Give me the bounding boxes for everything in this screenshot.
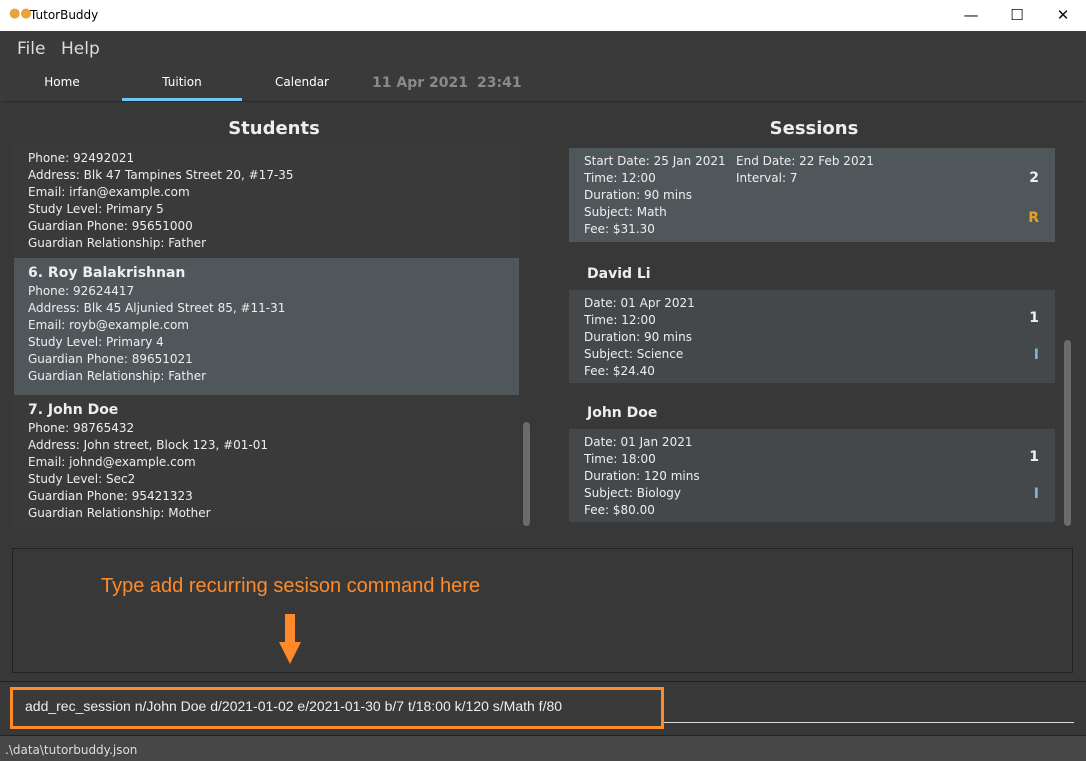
tuition-panel: Students Phone: 92492021 Address: Blk 47 … bbox=[2, 101, 1084, 541]
session-list[interactable]: Start Date: 25 Jan 2021 Time: 12:00 Durati… bbox=[569, 144, 1055, 529]
title-bar: ●● TutorBuddy — ☐ ✕ bbox=[0, 0, 1086, 31]
detail-line: Phone: 92624417 bbox=[28, 284, 135, 298]
detail-line: Address: Blk 47 Tampines Street 20, #17-… bbox=[28, 168, 294, 182]
detail-line: Phone: 92492021 bbox=[28, 151, 135, 165]
minimize-button[interactable]: — bbox=[948, 0, 994, 31]
maximize-button[interactable]: ☐ bbox=[994, 0, 1040, 31]
detail-line: Duration: 120 mins bbox=[584, 469, 700, 483]
sessions-title: Sessions bbox=[769, 118, 859, 139]
detail-line: Email: johnd@example.com bbox=[28, 455, 196, 469]
menu-bar: File Help bbox=[0, 31, 1086, 65]
detail-line: Address: Blk 45 Aljunied Street 85, #11-… bbox=[28, 301, 286, 315]
session-index: 1 bbox=[1029, 310, 1039, 326]
student-name: 6. Roy Balakrishnan bbox=[28, 265, 186, 281]
detail-line: Date: 01 Jan 2021 bbox=[584, 435, 693, 449]
detail-line: Guardian Phone: 89651021 bbox=[28, 352, 193, 366]
status-bar-path: .\data\tutorbuddy.json bbox=[0, 735, 1086, 761]
student-list[interactable]: Phone: 92492021 Address: Blk 47 Tampines … bbox=[14, 144, 519, 529]
session-type-badge: I bbox=[1033, 486, 1039, 502]
tab-calendar[interactable]: Calendar bbox=[242, 65, 362, 101]
close-button[interactable]: ✕ bbox=[1040, 0, 1086, 31]
detail-line: Duration: 90 mins bbox=[584, 188, 692, 202]
current-time: 23:41 bbox=[477, 75, 522, 91]
session-card[interactable]: Date: 01 Apr 2021 Time: 12:00 Duration: 90… bbox=[569, 290, 1055, 383]
menu-file[interactable]: File bbox=[17, 39, 45, 59]
detail-line: Guardian Phone: 95421323 bbox=[28, 489, 193, 503]
detail-line: Email: irfan@example.com bbox=[28, 185, 190, 199]
session-type-badge: R bbox=[1028, 210, 1039, 226]
detail-line: Interval: 7 bbox=[736, 171, 798, 185]
detail-line: Fee: $31.30 bbox=[584, 222, 655, 236]
detail-line: Fee: $80.00 bbox=[584, 503, 655, 517]
window-title: TutorBuddy bbox=[30, 8, 99, 22]
detail-line: Guardian Relationship: Mother bbox=[28, 506, 211, 520]
student-name: 7. John Doe bbox=[28, 402, 119, 418]
detail-line: Study Level: Sec2 bbox=[28, 472, 136, 486]
command-input-underline bbox=[664, 722, 1074, 723]
menu-help[interactable]: Help bbox=[61, 39, 100, 59]
detail-line: Phone: 98765432 bbox=[28, 421, 135, 435]
student-card[interactable]: 7. John Doe Phone: 98765432 Address: John … bbox=[14, 395, 519, 529]
session-student-name: David Li bbox=[587, 266, 651, 282]
detail-line: Address: John street, Block 123, #01-01 bbox=[28, 438, 269, 452]
students-title: Students bbox=[228, 118, 320, 139]
student-card-selected[interactable]: 6. Roy Balakrishnan Phone: 92624417 Addres… bbox=[14, 258, 519, 395]
session-student-name: John Doe bbox=[587, 405, 658, 421]
session-list-scrollbar[interactable] bbox=[1064, 340, 1071, 526]
detail-line: Time: 12:00 bbox=[584, 313, 656, 327]
detail-line: Guardian Phone: 95651000 bbox=[28, 219, 193, 233]
detail-line: Study Level: Primary 4 bbox=[28, 335, 164, 349]
detail-line: Date: 01 Apr 2021 bbox=[584, 296, 695, 310]
detail-line: Fee: $24.40 bbox=[584, 364, 655, 378]
tab-home[interactable]: Home bbox=[2, 65, 122, 101]
session-card[interactable]: Date: 01 Jan 2021 Time: 18:00 Duration: 12… bbox=[569, 429, 1055, 522]
detail-line: Subject: Biology bbox=[584, 486, 682, 500]
session-index: 2 bbox=[1029, 170, 1039, 186]
tab-tuition[interactable]: Tuition bbox=[122, 65, 242, 101]
annotation-text: Type add recurring sesison command here bbox=[101, 575, 481, 597]
detail-line: Guardian Relationship: Father bbox=[28, 236, 207, 250]
detail-line: Guardian Relationship: Father bbox=[28, 369, 207, 383]
detail-line: Study Level: Primary 5 bbox=[28, 202, 164, 216]
command-input[interactable]: add_rec_session n/John Doe d/2021-01-02 … bbox=[10, 687, 664, 729]
detail-line: End Date: 22 Feb 2021 bbox=[736, 154, 874, 168]
annotation-arrow-icon bbox=[279, 614, 301, 664]
tab-bar: Home Tuition Calendar 11 Apr 2021 23:41 bbox=[0, 65, 1086, 101]
current-date: 11 Apr 2021 bbox=[372, 75, 468, 91]
session-type-badge: I bbox=[1033, 347, 1039, 363]
detail-line: Duration: 90 mins bbox=[584, 330, 692, 344]
detail-line: Email: royb@example.com bbox=[28, 318, 189, 332]
student-card[interactable]: Phone: 92492021 Address: Blk 47 Tampines … bbox=[14, 150, 519, 258]
detail-line: Subject: Science bbox=[584, 347, 684, 361]
detail-line: Time: 18:00 bbox=[584, 452, 656, 466]
app-logo-icon: ●● bbox=[9, 6, 32, 21]
session-index: 1 bbox=[1029, 449, 1039, 465]
session-card[interactable]: Start Date: 25 Jan 2021 Time: 12:00 Durati… bbox=[569, 148, 1055, 242]
student-list-scrollbar[interactable] bbox=[523, 422, 530, 526]
detail-line: Subject: Math bbox=[584, 205, 667, 219]
result-display bbox=[12, 548, 1073, 673]
